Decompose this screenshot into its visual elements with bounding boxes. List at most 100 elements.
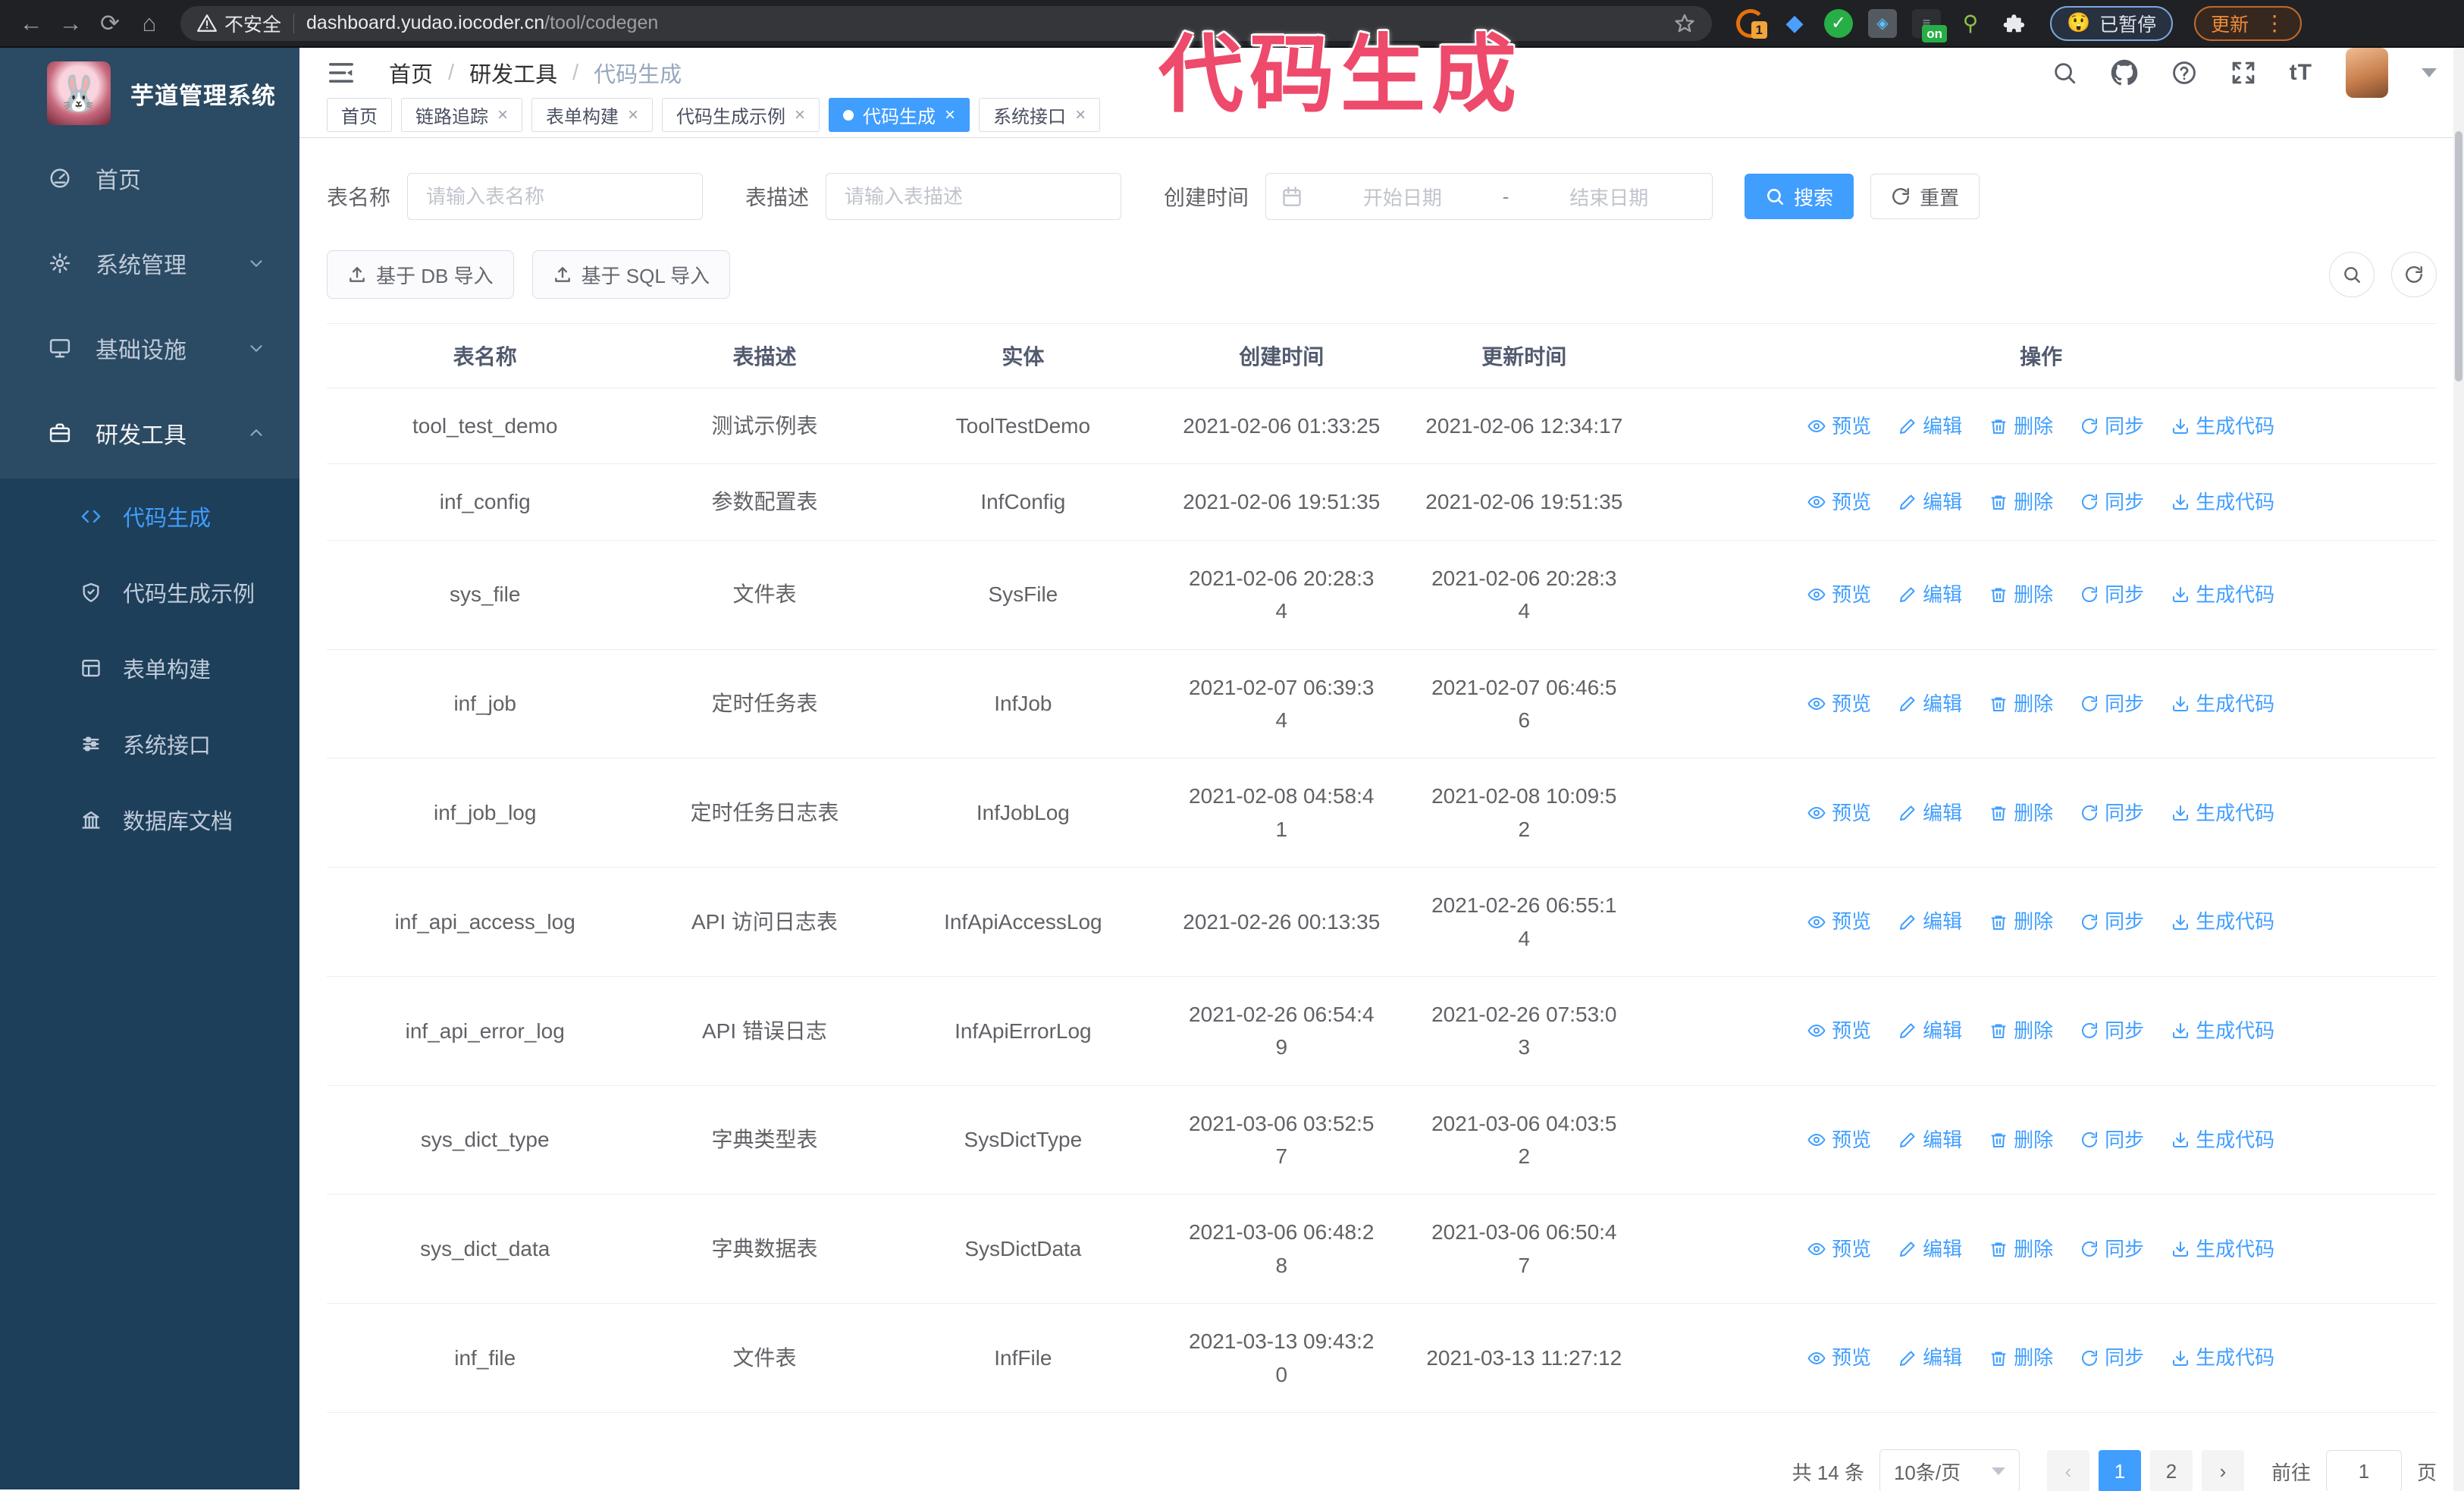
delete-link[interactable]: 删除: [1989, 411, 2053, 441]
fullscreen-icon[interactable]: [2230, 60, 2256, 86]
extension-icon[interactable]: ⚲: [1956, 9, 1985, 38]
close-icon[interactable]: ×: [795, 105, 805, 124]
preview-link[interactable]: 预览: [1807, 1234, 1871, 1264]
toggle-search-button[interactable]: [2329, 252, 2375, 297]
extensions-puzzle-icon[interactable]: [2000, 9, 2029, 38]
delete-link[interactable]: 删除: [1989, 487, 2053, 517]
preview-link[interactable]: 预览: [1807, 906, 1871, 937]
import-db-button[interactable]: 基于 DB 导入: [327, 250, 514, 299]
goto-page-input[interactable]: [2325, 1450, 2402, 1491]
browser-menu-icon[interactable]: ⋮: [2264, 11, 2285, 36]
edit-link[interactable]: 编辑: [1898, 1234, 1962, 1264]
reset-button[interactable]: 重置: [1870, 174, 1980, 219]
sync-link[interactable]: 同步: [2080, 411, 2144, 441]
github-icon[interactable]: [2111, 59, 2138, 86]
edit-link[interactable]: 编辑: [1898, 906, 1962, 937]
refresh-button[interactable]: [2391, 252, 2437, 297]
prev-page-button[interactable]: ‹: [2046, 1450, 2089, 1491]
preview-link[interactable]: 预览: [1807, 579, 1871, 610]
tab-3[interactable]: 表单构建 ×: [531, 98, 654, 132]
sync-link[interactable]: 同步: [2080, 906, 2144, 937]
delete-link[interactable]: 删除: [1989, 579, 2053, 610]
close-icon[interactable]: ×: [945, 105, 955, 124]
edit-link[interactable]: 编辑: [1898, 411, 1962, 441]
delete-link[interactable]: 删除: [1989, 689, 2053, 719]
generate-code-link[interactable]: 生成代码: [2171, 906, 2274, 937]
preview-link[interactable]: 预览: [1807, 689, 1871, 719]
delete-link[interactable]: 删除: [1989, 1125, 2053, 1155]
sidebar-item-form-builder[interactable]: 表单构建: [0, 630, 299, 706]
edit-link[interactable]: 编辑: [1898, 689, 1962, 719]
tab-paused-badge[interactable]: 😲 已暂停: [2050, 5, 2174, 41]
extension-icon[interactable]: ◈: [1868, 8, 1897, 38]
edit-link[interactable]: 编辑: [1898, 1015, 1962, 1046]
date-range-picker[interactable]: 开始日期 - 结束日期: [1265, 173, 1713, 220]
font-size-icon[interactable]: tT: [2290, 60, 2312, 86]
delete-link[interactable]: 删除: [1989, 1015, 2053, 1046]
preview-link[interactable]: 预览: [1807, 1015, 1871, 1046]
preview-link[interactable]: 预览: [1807, 1342, 1871, 1373]
sync-link[interactable]: 同步: [2080, 579, 2144, 610]
close-icon[interactable]: ×: [497, 105, 508, 124]
sync-link[interactable]: 同步: [2080, 689, 2144, 719]
sync-link[interactable]: 同步: [2080, 1234, 2144, 1264]
tab-5[interactable]: 代码生成 ×: [829, 98, 970, 132]
edit-link[interactable]: 编辑: [1898, 487, 1962, 517]
scrollbar-thumb[interactable]: [2455, 131, 2462, 381]
tab-2[interactable]: 链路追踪 ×: [401, 98, 523, 132]
generate-code-link[interactable]: 生成代码: [2171, 487, 2274, 517]
delete-link[interactable]: 删除: [1989, 798, 2053, 828]
generate-code-link[interactable]: 生成代码: [2171, 411, 2274, 441]
tab-6[interactable]: 系统接口 ×: [979, 98, 1101, 132]
generate-code-link[interactable]: 生成代码: [2171, 1125, 2274, 1155]
generate-code-link[interactable]: 生成代码: [2171, 689, 2274, 719]
sidebar-item-codegen-example[interactable]: 代码生成示例: [0, 554, 299, 630]
delete-link[interactable]: 删除: [1989, 1342, 2053, 1373]
tab-1[interactable]: 首页: [327, 98, 392, 132]
search-button[interactable]: 搜索: [1745, 174, 1854, 219]
extension-icon[interactable]: ◆: [1780, 9, 1809, 38]
import-sql-button[interactable]: 基于 SQL 导入: [531, 250, 731, 299]
sync-link[interactable]: 同步: [2080, 1015, 2144, 1046]
page-button-2[interactable]: 2: [2149, 1450, 2193, 1491]
breadcrumb-home[interactable]: 首页: [389, 57, 433, 89]
page-button-1[interactable]: 1: [2098, 1450, 2141, 1491]
table-desc-input[interactable]: [826, 173, 1122, 220]
preview-link[interactable]: 预览: [1807, 798, 1871, 828]
table-name-input[interactable]: [407, 173, 704, 220]
sidebar-item-system[interactable]: 系统管理: [0, 221, 299, 306]
search-icon[interactable]: [2052, 60, 2077, 86]
sidebar-item-home[interactable]: 首页: [0, 136, 299, 221]
chevron-down-icon[interactable]: [2422, 68, 2437, 77]
close-icon[interactable]: ×: [1075, 105, 1086, 124]
delete-link[interactable]: 删除: [1989, 1234, 2053, 1264]
sidebar-item-db-doc[interactable]: 数据库文档: [0, 782, 299, 858]
back-icon[interactable]: ←: [14, 6, 49, 41]
edit-link[interactable]: 编辑: [1898, 579, 1962, 610]
generate-code-link[interactable]: 生成代码: [2171, 1342, 2274, 1373]
sidebar-item-infra[interactable]: 基础设施: [0, 306, 299, 391]
next-page-button[interactable]: ›: [2201, 1450, 2244, 1491]
preview-link[interactable]: 预览: [1807, 411, 1871, 441]
scrollbar-track[interactable]: [2453, 48, 2464, 1491]
forward-icon[interactable]: →: [53, 6, 88, 41]
edit-link[interactable]: 编辑: [1898, 798, 1962, 828]
sync-link[interactable]: 同步: [2080, 1125, 2144, 1155]
help-icon[interactable]: [2171, 60, 2197, 86]
reload-icon[interactable]: ⟳: [92, 6, 127, 41]
generate-code-link[interactable]: 生成代码: [2171, 1234, 2274, 1264]
sync-link[interactable]: 同步: [2080, 798, 2144, 828]
tab-4[interactable]: 代码生成示例 ×: [662, 98, 820, 132]
extension-icon[interactable]: ✓: [1824, 8, 1853, 38]
sidebar-item-codegen[interactable]: 代码生成: [0, 479, 299, 554]
sidebar-collapse-icon[interactable]: [327, 58, 356, 87]
extension-icon[interactable]: 1: [1736, 8, 1767, 39]
avatar[interactable]: [2346, 48, 2388, 98]
sidebar-item-system-api[interactable]: 系统接口: [0, 706, 299, 782]
delete-link[interactable]: 删除: [1989, 906, 2053, 937]
preview-link[interactable]: 预览: [1807, 487, 1871, 517]
sync-link[interactable]: 同步: [2080, 487, 2144, 517]
close-icon[interactable]: ×: [628, 105, 638, 124]
preview-link[interactable]: 预览: [1807, 1125, 1871, 1155]
generate-code-link[interactable]: 生成代码: [2171, 1015, 2274, 1046]
